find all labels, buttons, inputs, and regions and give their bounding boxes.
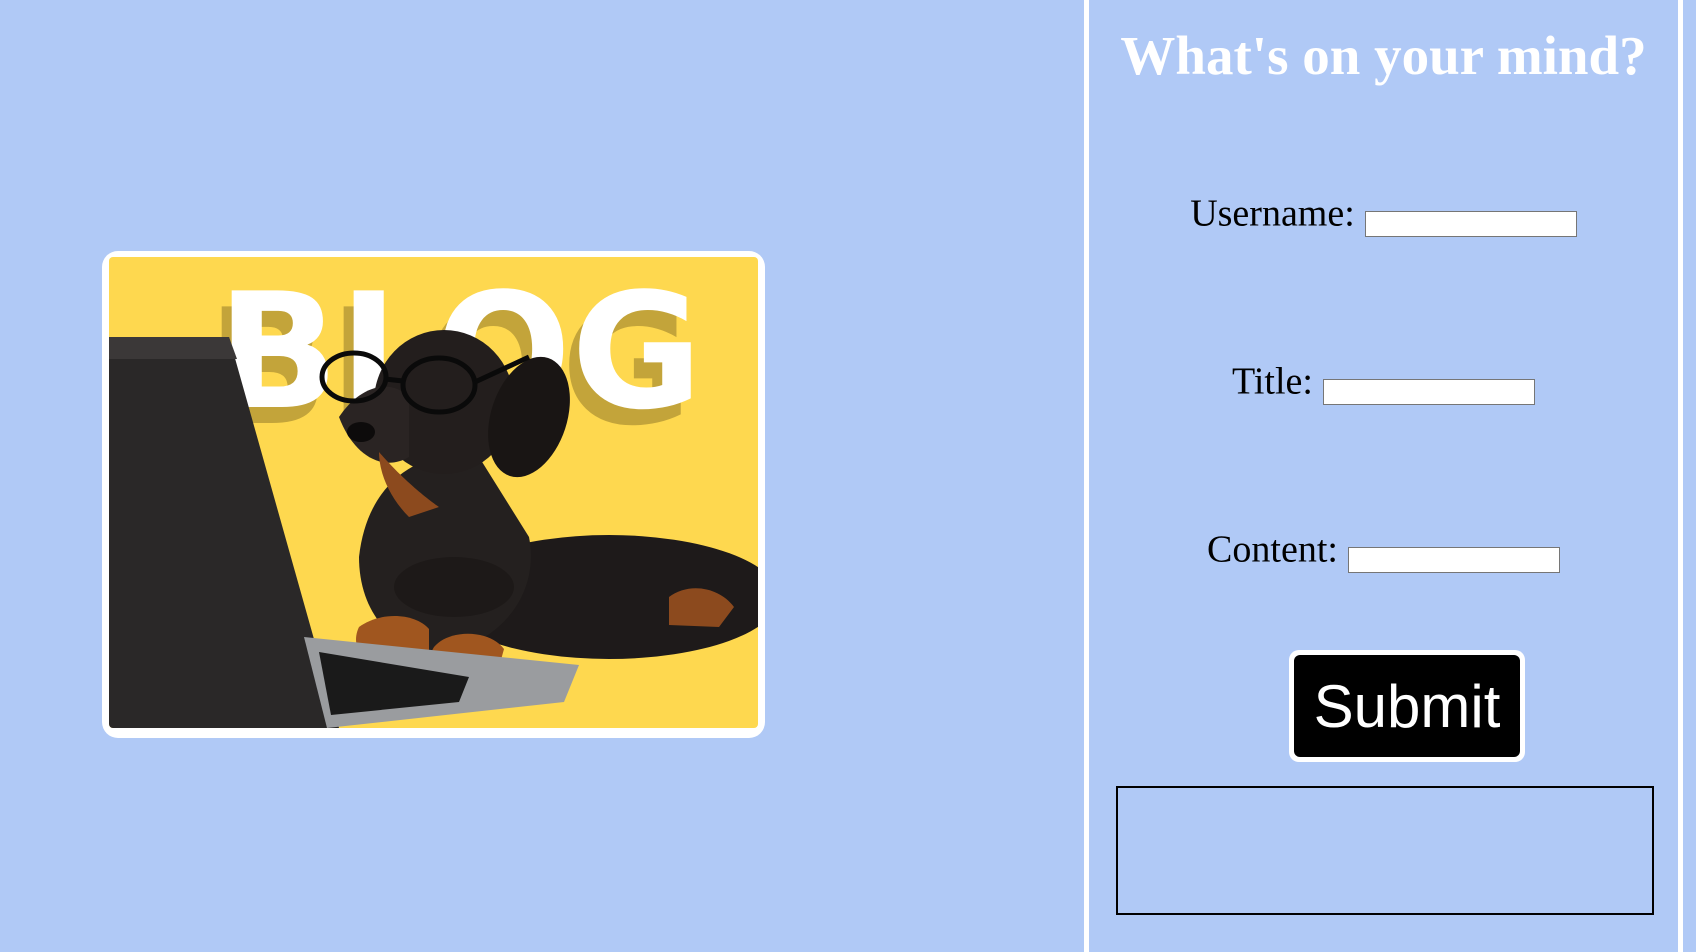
- hero-image: BLOG BLOG: [109, 257, 758, 728]
- content-label: Content:: [1207, 528, 1338, 571]
- username-row: Username:: [1089, 188, 1678, 237]
- page: BLOG BLOG: [0, 0, 1696, 952]
- glasses-bridge: [384, 376, 404, 384]
- form-heading: What's on your mind?: [1120, 25, 1647, 86]
- left-pane: BLOG BLOG: [0, 0, 1084, 952]
- laptop-screen-edge: [109, 337, 237, 359]
- username-label: Username:: [1190, 192, 1355, 235]
- content-input[interactable]: [1347, 547, 1560, 573]
- dog-leg: [394, 557, 514, 617]
- content-row: Content:: [1089, 524, 1678, 573]
- title-row: Title:: [1089, 356, 1678, 405]
- submit-button-frame: Submit: [1289, 650, 1525, 762]
- title-input[interactable]: [1322, 379, 1535, 405]
- dog-nose: [347, 422, 375, 442]
- hero-image-frame: BLOG BLOG: [102, 251, 765, 738]
- username-input[interactable]: [1364, 211, 1577, 237]
- title-label: Title:: [1232, 360, 1313, 403]
- output-box: [1116, 786, 1654, 915]
- post-form-panel: What's on your mind? Username: Title: Co…: [1089, 0, 1678, 952]
- submit-button[interactable]: Submit: [1294, 655, 1520, 757]
- pane-divider-right: [1678, 0, 1683, 952]
- blog-dog-illustration: BLOG BLOG: [109, 257, 758, 728]
